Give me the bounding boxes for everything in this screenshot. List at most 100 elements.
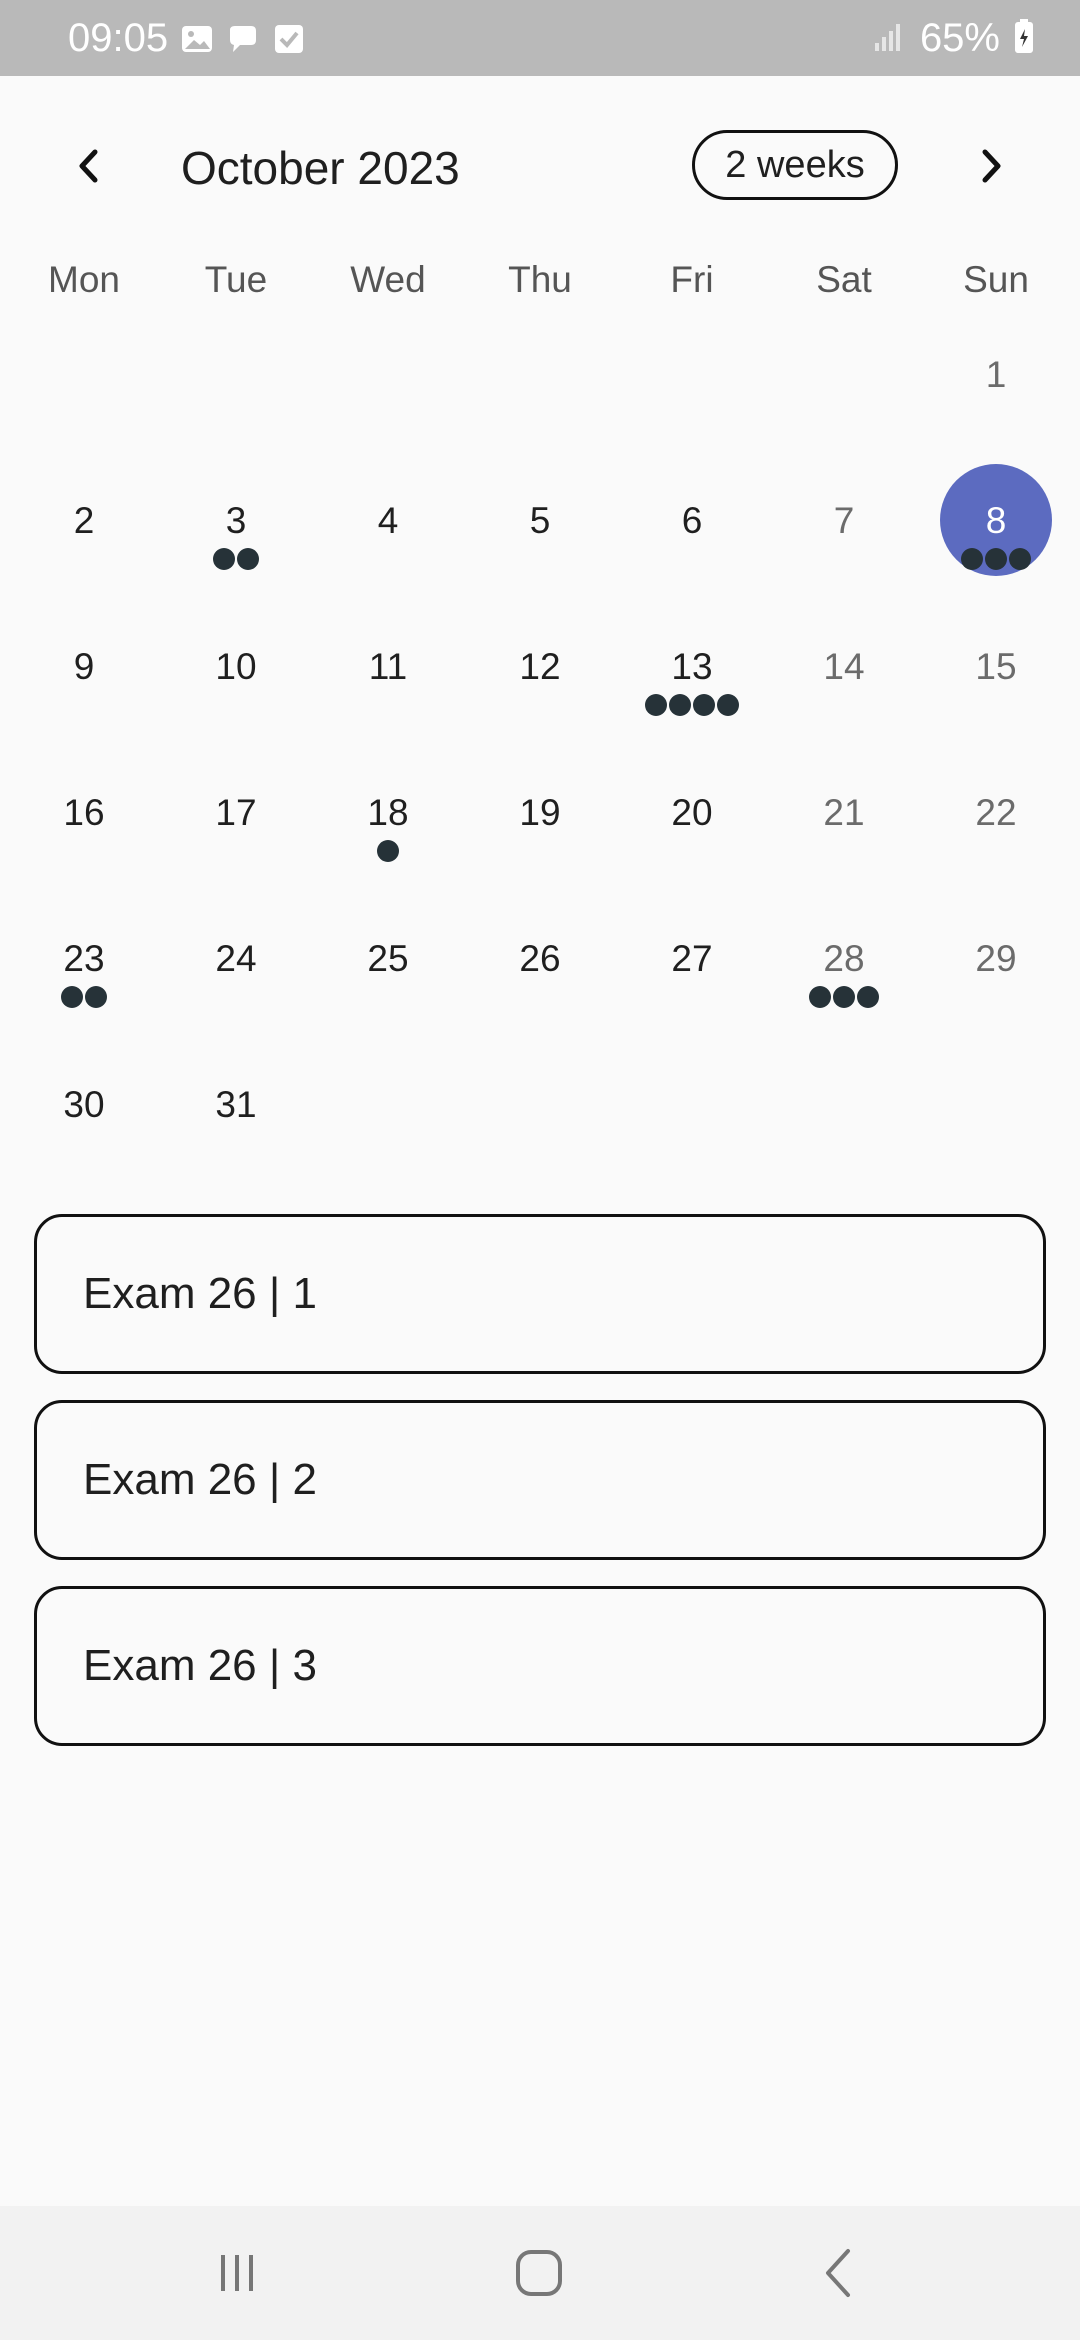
signal-icon	[872, 19, 906, 58]
home-button[interactable]	[499, 2236, 579, 2310]
empty-day-cell	[464, 322, 616, 468]
event-list: Exam 26 | 1 Exam 26 | 2 Exam 26 | 3	[34, 1214, 1046, 1772]
day-number: 14	[823, 646, 865, 687]
calendar-format-button[interactable]: 2 weeks	[692, 130, 898, 200]
calendar-day-31[interactable]: 31	[160, 1052, 312, 1198]
day-number: 26	[519, 938, 561, 979]
day-number: 13	[671, 646, 713, 687]
day-number: 1	[985, 354, 1007, 395]
calendar-day-20[interactable]: 20	[616, 760, 768, 906]
day-number: 20	[671, 792, 713, 833]
day-number: 9	[73, 646, 95, 687]
calendar-day-1[interactable]: 1	[920, 322, 1072, 468]
chevron-left-icon	[79, 149, 98, 183]
calendar-day-3[interactable]: 3	[160, 468, 312, 614]
day-number: 15	[975, 646, 1017, 687]
calendar-day-7[interactable]: 7	[768, 468, 920, 614]
event-markers	[920, 548, 1072, 570]
day-number: 16	[63, 792, 105, 833]
calendar-day-19[interactable]: 19	[464, 760, 616, 906]
back-button[interactable]	[800, 2236, 880, 2310]
home-icon	[516, 2250, 562, 2296]
event-card[interactable]: Exam 26 | 1	[34, 1214, 1046, 1374]
weekday-label: Mon	[48, 259, 120, 300]
empty-day-cell	[616, 322, 768, 468]
calendar-day-27[interactable]: 27	[616, 906, 768, 1052]
day-number: 11	[368, 646, 408, 687]
event-card[interactable]: Exam 26 | 3	[34, 1586, 1046, 1746]
event-marker-dot	[669, 694, 691, 716]
day-number: 8	[985, 500, 1007, 541]
event-marker-dot	[717, 694, 739, 716]
event-marker-dot	[833, 986, 855, 1008]
day-number: 23	[63, 938, 105, 979]
calendar-day-17[interactable]: 17	[160, 760, 312, 906]
back-icon	[826, 2249, 850, 2297]
event-marker-dot	[237, 548, 259, 570]
calendar-day-22[interactable]: 22	[920, 760, 1072, 906]
weekday-label: Wed	[350, 259, 426, 300]
calendar-day-21[interactable]: 21	[768, 760, 920, 906]
day-number: 18	[367, 792, 409, 833]
calendar-day-6[interactable]: 6	[616, 468, 768, 614]
empty-day-cell	[464, 1052, 616, 1198]
calendar-day-30[interactable]: 30	[8, 1052, 160, 1198]
calendar-day-9[interactable]: 9	[8, 614, 160, 760]
calendar-day-15[interactable]: 15	[920, 614, 1072, 760]
calendar-day-28[interactable]: 28	[768, 906, 920, 1052]
calendar-day-13[interactable]: 13	[616, 614, 768, 760]
day-number: 29	[975, 938, 1017, 979]
event-marker-dot	[377, 840, 399, 862]
system-navigation-bar	[0, 2206, 1080, 2340]
day-number: 10	[215, 646, 257, 687]
day-number: 27	[671, 938, 713, 979]
weekday-label: Sun	[963, 259, 1029, 300]
calendar-day-24[interactable]: 24	[160, 906, 312, 1052]
calendar-day-10[interactable]: 10	[160, 614, 312, 760]
calendar-day-23[interactable]: 23	[8, 906, 160, 1052]
calendar-day-29[interactable]: 29	[920, 906, 1072, 1052]
event-marker-dot	[961, 548, 983, 570]
previous-month-button[interactable]	[54, 130, 126, 202]
day-number: 21	[823, 792, 865, 833]
month-title: October 2023	[181, 142, 460, 194]
event-marker-dot	[693, 694, 715, 716]
event-marker-dot	[61, 986, 83, 1008]
calendar-day-grid: 1 2 3 4 5 6 7 8 9 10 11 12 13 14 15 16 17 18 19 20 21 22 23 24 2…	[0, 322, 1080, 1198]
calendar-day-5[interactable]: 5	[464, 468, 616, 614]
day-number: 2	[73, 500, 95, 541]
calendar-header: October 2023 2 weeks	[0, 110, 1080, 222]
calendar-day-4[interactable]: 4	[312, 468, 464, 614]
calendar-day-16[interactable]: 16	[8, 760, 160, 906]
checkbox-icon	[272, 22, 306, 56]
calendar-day-8[interactable]: 8	[920, 464, 1072, 614]
empty-day-cell	[768, 322, 920, 468]
day-number: 5	[529, 500, 551, 541]
empty-day-cell	[768, 1052, 920, 1198]
weekday-row: Mon Tue Wed Thu Fri Sat Sun	[0, 255, 1080, 305]
calendar-day-26[interactable]: 26	[464, 906, 616, 1052]
event-card[interactable]: Exam 26 | 2	[34, 1400, 1046, 1560]
calendar-day-11[interactable]: 11	[312, 614, 464, 760]
event-marker-dot	[1009, 548, 1031, 570]
event-marker-dot	[809, 986, 831, 1008]
next-month-button[interactable]	[954, 130, 1026, 202]
weekday-label: Thu	[508, 259, 572, 300]
day-number: 12	[519, 646, 561, 687]
event-markers	[768, 986, 920, 1008]
recent-apps-button[interactable]	[197, 2236, 277, 2310]
day-number: 28	[823, 938, 865, 979]
day-number: 3	[225, 500, 247, 541]
calendar-day-25[interactable]: 25	[312, 906, 464, 1052]
calendar-day-2[interactable]: 2	[8, 468, 160, 614]
recent-apps-icon	[221, 2255, 253, 2291]
calendar-day-18[interactable]: 18	[312, 760, 464, 906]
day-number: 17	[215, 792, 257, 833]
empty-day-cell	[920, 1052, 1072, 1198]
calendar-day-12[interactable]: 12	[464, 614, 616, 760]
weekday-label: Sat	[816, 259, 872, 300]
day-number: 24	[215, 938, 257, 979]
battery-percentage: 65%	[919, 16, 1000, 60]
calendar-day-14[interactable]: 14	[768, 614, 920, 760]
empty-day-cell	[312, 322, 464, 468]
